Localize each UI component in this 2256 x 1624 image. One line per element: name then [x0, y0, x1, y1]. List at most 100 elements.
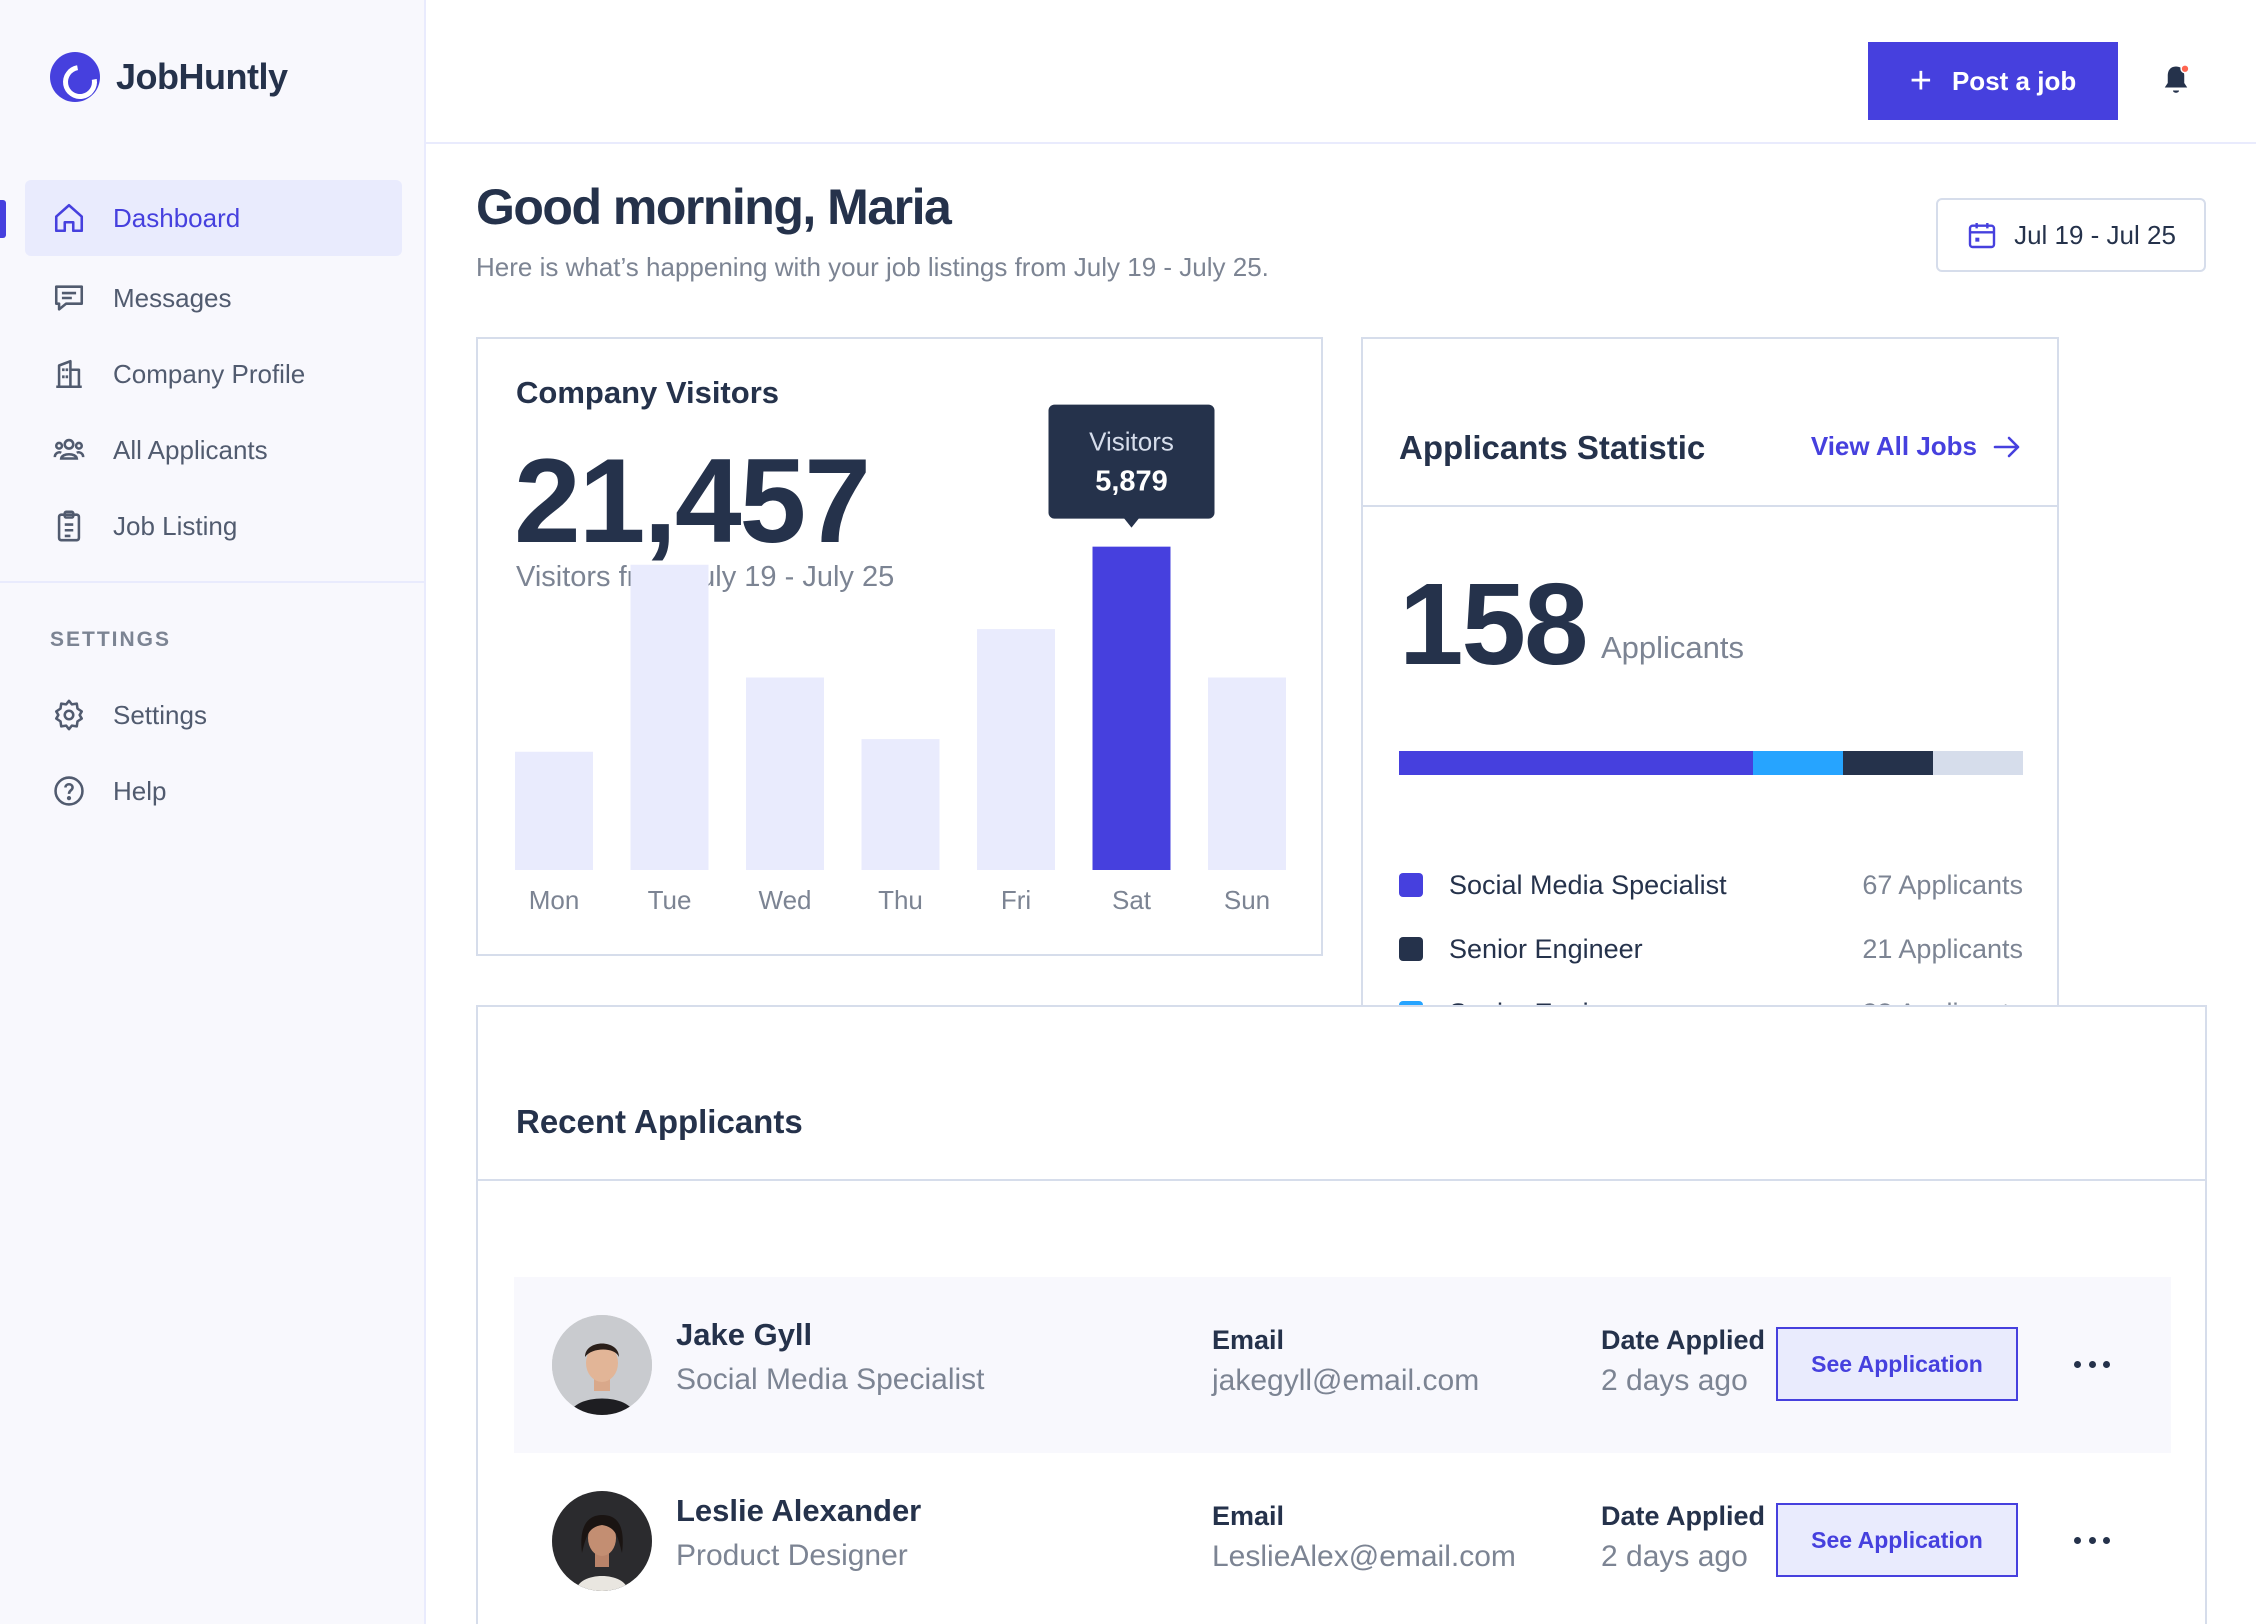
- applicants-progress-bar: [1399, 751, 2023, 775]
- logo[interactable]: JobHuntly: [50, 52, 288, 102]
- date-applied-label: Date Applied: [1601, 1501, 1766, 1531]
- more-options-icon[interactable]: [2074, 1525, 2110, 1555]
- company-visitors-card: Company Visitors 21,457 Visitors from Ju…: [476, 337, 1323, 956]
- view-all-jobs-link[interactable]: View All Jobs: [1811, 431, 2021, 462]
- chart-tick-label: Wed: [759, 885, 812, 915]
- settings-nav: Settings Help: [0, 677, 426, 829]
- logo-icon: [50, 52, 100, 102]
- avatar: [552, 1315, 652, 1415]
- sidebar-item-label: Company Profile: [113, 358, 306, 389]
- applicants-statistic-card: Applicants Statistic View All Jobs 158 A…: [1361, 337, 2059, 1010]
- applicant-role: Product Designer: [676, 1539, 908, 1572]
- post-job-button[interactable]: + Post a job: [1868, 42, 2118, 120]
- plus-icon: +: [1909, 60, 1932, 102]
- chart-bar-thu[interactable]: [861, 739, 940, 870]
- home-icon: [51, 200, 87, 236]
- gear-icon: [51, 697, 87, 733]
- chart-bar-sat[interactable]: [1092, 546, 1171, 870]
- help-icon: [51, 773, 87, 809]
- chart-tick-label: Mon: [529, 885, 580, 915]
- recent-title: Recent Applicants: [516, 1103, 803, 1140]
- applicant-email: jakegyll@email.com: [1212, 1364, 1480, 1397]
- tooltip-label: Visitors: [1089, 427, 1174, 457]
- page-subtitle: Here is what’s happening with your job l…: [476, 252, 1269, 282]
- clipboard-icon: [51, 508, 87, 544]
- chart-tick-label: Fri: [1001, 885, 1031, 915]
- progress-segment-1: [1753, 751, 1844, 775]
- chart-bar-mon[interactable]: [515, 751, 593, 870]
- sidebar-item-dashboard[interactable]: Dashboard: [0, 180, 402, 256]
- applicants-unit: Applicants: [1601, 630, 1745, 665]
- legend-label: Senior Engineer: [1449, 933, 1643, 964]
- legend-count: 21 Applicants: [1862, 933, 2023, 964]
- see-application-button[interactable]: See Application: [1776, 1327, 2018, 1401]
- more-options-icon[interactable]: [2074, 1349, 2110, 1379]
- recent-divider: [478, 1179, 2205, 1181]
- building-icon: [51, 356, 87, 392]
- date-applied-value: 2 days ago: [1601, 1364, 1748, 1397]
- see-application-button[interactable]: See Application: [1776, 1503, 2018, 1577]
- legend-item: Social Media Specialist 67 Applicants: [1399, 853, 2023, 917]
- stats-divider: [1363, 505, 2057, 507]
- sidebar-item-label: Settings: [113, 699, 207, 730]
- email-label: Email: [1212, 1325, 1285, 1355]
- sidebar-item-help[interactable]: Help: [25, 753, 402, 829]
- applicant-role: Social Media Specialist: [676, 1363, 985, 1396]
- table-row[interactable]: Jake Gyll Social Media Specialist Email …: [514, 1277, 2171, 1453]
- table-row[interactable]: Leslie Alexander Product Designer Email …: [514, 1453, 2171, 1624]
- sidebar-nav: Dashboard Messages Company Profile All A…: [0, 180, 426, 564]
- calendar-icon: [1966, 219, 1998, 251]
- tooltip-value: 5,879: [1095, 466, 1168, 498]
- sidebar-item-all-applicants[interactable]: All Applicants: [25, 412, 402, 488]
- chart-bar-sun[interactable]: [1208, 677, 1286, 871]
- arrow-right-icon: [1993, 436, 2020, 457]
- applicants-legend: Social Media Specialist 67 Applicants Seni…: [1399, 853, 2023, 1010]
- users-icon: [51, 432, 87, 468]
- sidebar-item-label: Help: [113, 775, 167, 806]
- legend-count: 67 Applicants: [1862, 869, 2023, 900]
- sidebar-divider: [0, 581, 426, 583]
- chart-tooltip: Visitors 5,879: [1048, 404, 1215, 528]
- applicant-email: LeslieAlex@email.com: [1212, 1540, 1516, 1573]
- chart-bar-fri[interactable]: [977, 629, 1055, 870]
- legend-swatch: [1399, 873, 1423, 897]
- chart-tick-label: Sun: [1224, 885, 1270, 915]
- post-job-label: Post a job: [1951, 65, 2077, 96]
- sidebar-item-job-listing[interactable]: Job Listing: [25, 488, 402, 564]
- date-range-picker[interactable]: Jul 19 - Jul 25: [1936, 198, 2206, 272]
- app: JobHuntly Dashboard Messages Company Pro…: [0, 0, 2256, 1624]
- legend-label: Social Media Specialist: [1449, 869, 1727, 900]
- sidebar-item-label: All Applicants: [113, 434, 268, 465]
- email-label: Email: [1212, 1501, 1285, 1531]
- chart-bar-tue[interactable]: [630, 564, 709, 870]
- view-all-jobs-label: View All Jobs: [1810, 431, 1977, 461]
- date-applied-label: Date Applied: [1601, 1325, 1766, 1355]
- top-bar: + Post a job: [426, 0, 2256, 144]
- applicant-name[interactable]: Leslie Alexander: [676, 1493, 921, 1529]
- sidebar: JobHuntly Dashboard Messages Company Pro…: [0, 0, 426, 1624]
- chart-tick-label: Tue: [648, 885, 692, 915]
- applicant-name[interactable]: Jake Gyll: [676, 1317, 812, 1353]
- sidebar-item-settings[interactable]: Settings: [25, 677, 402, 753]
- chart-tick-label: Thu: [878, 885, 923, 915]
- page-title: Good morning, Maria: [476, 179, 952, 235]
- bell-icon[interactable]: [2158, 62, 2194, 98]
- legend-swatch: [1399, 937, 1423, 961]
- message-icon: [51, 280, 87, 316]
- chart-tick-label: Sat: [1112, 885, 1152, 915]
- date-applied-value: 2 days ago: [1601, 1540, 1748, 1573]
- stats-title: Applicants Statistic: [1399, 429, 1706, 466]
- progress-segment-2: [1843, 751, 1934, 775]
- sidebar-item-label: Job Listing: [113, 510, 238, 541]
- sidebar-item-label: Dashboard: [113, 202, 241, 233]
- visitors-bar-chart: Mon Tue Wed Thu Fri Sat Visitors 5,879 Sun: [515, 404, 1286, 915]
- progress-segment-3: [1933, 751, 2023, 775]
- avatar: [552, 1491, 652, 1591]
- legend-item: Senior Engineer 21 Applicants: [1399, 917, 2023, 981]
- sidebar-item-messages[interactable]: Messages: [25, 260, 402, 336]
- applicants-total: 158: [1399, 559, 1589, 689]
- sidebar-item-label: Messages: [113, 282, 232, 313]
- chart-bar-wed[interactable]: [746, 677, 824, 871]
- logo-text: JobHuntly: [116, 56, 288, 97]
- sidebar-item-company-profile[interactable]: Company Profile: [25, 336, 402, 412]
